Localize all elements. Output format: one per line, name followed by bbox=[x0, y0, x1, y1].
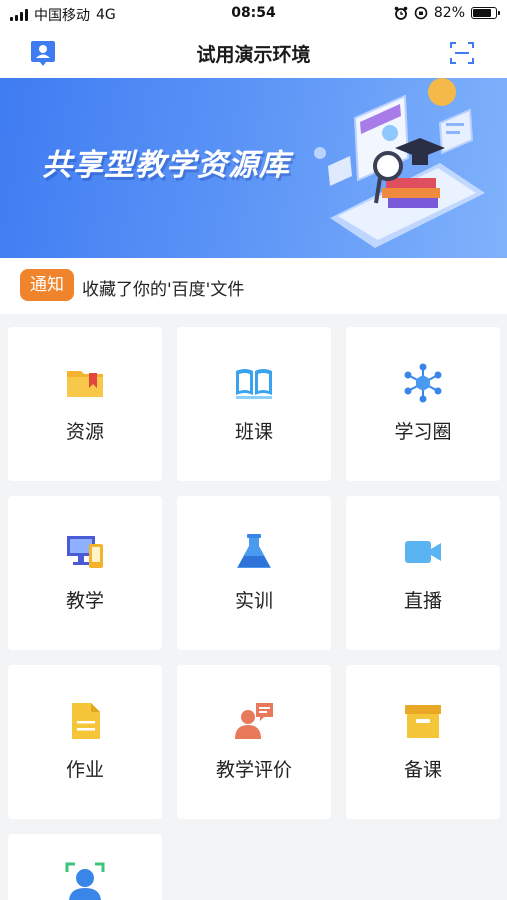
tile-learning-circle[interactable]: 学习圈 bbox=[346, 327, 500, 481]
network-icon bbox=[404, 363, 442, 403]
tile-label: 教学 bbox=[65, 590, 104, 612]
scan-icon[interactable] bbox=[447, 38, 477, 68]
archive-box-icon bbox=[405, 705, 441, 738]
notice-badge: 通知 bbox=[20, 269, 74, 301]
notice-bar[interactable]: 通知 收藏了你的'百度'文件 bbox=[0, 258, 507, 314]
document-icon bbox=[72, 703, 100, 739]
education-illustration bbox=[314, 78, 485, 248]
alarm-icon bbox=[394, 6, 408, 20]
tile-label: 备课 bbox=[403, 759, 442, 781]
banner[interactable]: 共享型教学资源库 bbox=[0, 78, 507, 258]
computer-icon bbox=[67, 536, 103, 568]
header: 试用演示环境 bbox=[0, 28, 507, 78]
notice-text: 收藏了你的'百度'文件 bbox=[82, 280, 245, 300]
tile-live[interactable]: 直播 bbox=[346, 496, 500, 650]
tile-label: 班课 bbox=[234, 421, 273, 443]
tile-resources[interactable]: 资源 bbox=[8, 327, 162, 481]
speaker-comment-icon bbox=[235, 703, 273, 739]
tile-label: 实训 bbox=[234, 590, 273, 612]
tile-homework[interactable]: 作业 bbox=[8, 665, 162, 819]
orientation-lock-icon bbox=[414, 6, 428, 20]
tile-training[interactable]: 实训 bbox=[177, 496, 331, 650]
tile-label: 学习圈 bbox=[394, 421, 452, 443]
battery-percent: 82% bbox=[433, 5, 465, 21]
flask-icon bbox=[237, 534, 271, 568]
tile-lesson-prep[interactable]: 备课 bbox=[346, 665, 500, 819]
tile-class[interactable]: 班课 bbox=[177, 327, 331, 481]
folder-icon bbox=[67, 371, 103, 397]
page-title: 试用演示环境 bbox=[196, 44, 311, 66]
battery-icon bbox=[471, 7, 500, 19]
book-icon bbox=[236, 369, 272, 399]
banner-title: 共享型教学资源库 bbox=[42, 148, 290, 183]
tile-label: 作业 bbox=[65, 759, 104, 781]
status-bar: 中国移动 4G 08:54 82% bbox=[0, 0, 507, 28]
tile-label: 资源 bbox=[65, 421, 104, 443]
face-recognition-icon bbox=[65, 862, 105, 900]
camera-icon bbox=[405, 541, 441, 563]
tile-face-recognition[interactable] bbox=[8, 834, 162, 900]
tile-teaching-evaluation[interactable]: 教学评价 bbox=[177, 665, 331, 819]
tile-teaching[interactable]: 教学 bbox=[8, 496, 162, 650]
tile-label: 直播 bbox=[403, 590, 442, 612]
tile-label: 教学评价 bbox=[215, 759, 292, 781]
